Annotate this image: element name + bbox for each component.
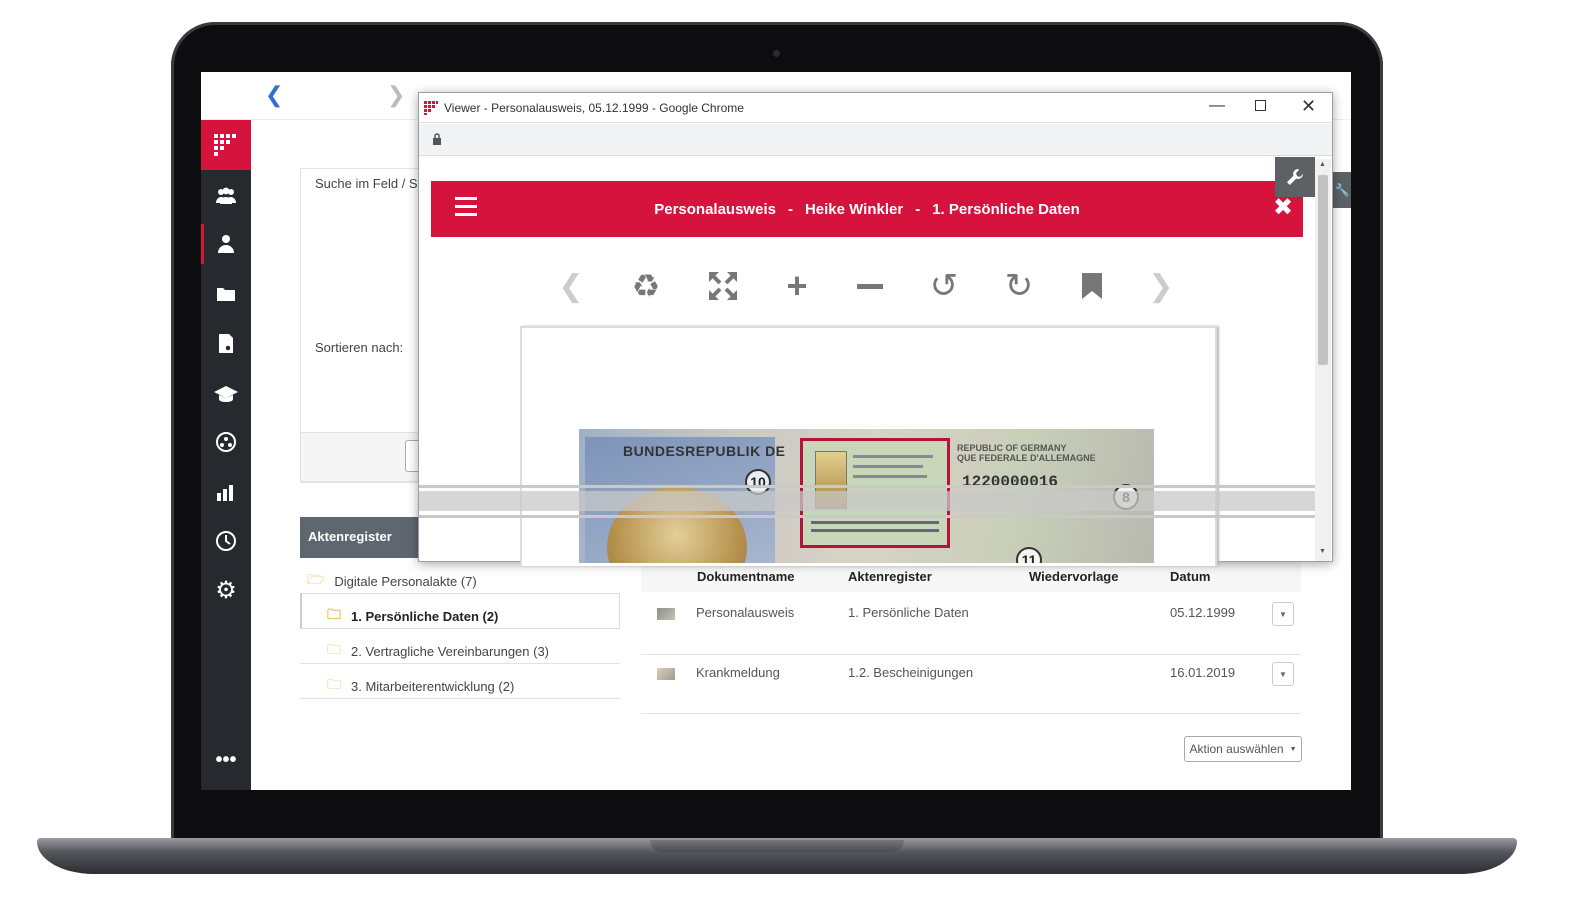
forward-icon[interactable]: ❯: [387, 82, 405, 108]
row-register: 1.2. Bescheinigungen: [848, 665, 974, 680]
graduation-cap-icon[interactable]: [201, 374, 251, 414]
row-name[interactable]: Personalausweis: [696, 605, 794, 620]
hamburger-menu-icon[interactable]: [455, 197, 477, 216]
network-icon[interactable]: [201, 422, 251, 462]
prev-icon[interactable]: ❮: [551, 268, 591, 304]
card-country-fr: QUE FEDERALE D'ALLEMAGNE: [957, 453, 1096, 463]
zoom-in-icon[interactable]: +: [777, 265, 817, 306]
wrench-icon[interactable]: 🔧: [1333, 172, 1351, 208]
marker-11: 11: [1016, 547, 1042, 563]
window-titlebar: Viewer - Personalausweis, 05.12.1999 - G…: [419, 93, 1332, 123]
col-dokumentname[interactable]: Dokumentname: [697, 569, 795, 584]
close-viewer-icon[interactable]: ✖: [1273, 193, 1293, 222]
tree-item-vertragliche-vereinbarungen[interactable]: 🗀 2. Vertragliche Vereinbarungen (3): [327, 639, 549, 663]
rotate-left-icon[interactable]: ↺: [924, 267, 964, 305]
action-select-label: Aktion auswählen: [1189, 742, 1284, 756]
row-date: 05.12.1999: [1170, 605, 1236, 620]
search-field-label: Suche im Feld / S: [315, 176, 418, 191]
laptop-camera: [773, 50, 780, 57]
folder-icon: 🗀: [327, 606, 341, 622]
document-thumbnail[interactable]: [657, 608, 675, 620]
bookmark-icon[interactable]: [1072, 268, 1112, 304]
rotate-right-icon[interactable]: ↻: [999, 267, 1039, 305]
tree-item-label: 2. Vertragliche Vereinbarungen (3): [351, 643, 550, 659]
logo-dots-icon: [214, 134, 236, 156]
sort-label: Sortieren nach:: [315, 340, 404, 355]
window-title: Viewer - Personalausweis, 05.12.1999 - G…: [444, 100, 744, 115]
header-separator: -: [915, 200, 921, 218]
clock-icon[interactable]: [201, 521, 251, 561]
back-icon[interactable]: ❮: [265, 82, 283, 108]
card-country-en: REPUBLIC OF GERMANY: [957, 443, 1067, 453]
header-doc-type: Personalausweis: [654, 200, 776, 218]
preview-mrz: [811, 529, 939, 532]
card-country: BUNDESREPUBLIK DE: [623, 443, 786, 459]
fit-icon[interactable]: [703, 268, 743, 304]
zoom-out-icon[interactable]: [850, 268, 890, 304]
users-icon[interactable]: [201, 176, 251, 216]
row-menu-button[interactable]: ▼: [1272, 662, 1294, 686]
tree-root[interactable]: 🗁 Digitale Personalakte (7): [307, 569, 477, 593]
row-date: 16.01.2019: [1170, 665, 1236, 680]
viewer-header: Personalausweis - Heike Winkler - 1. Per…: [431, 181, 1303, 237]
row-name[interactable]: Krankmeldung: [696, 665, 780, 680]
close-window-icon[interactable]: ✕: [1301, 96, 1316, 117]
tree-item-mitarbeiterentwicklung[interactable]: 🗀 3. Mitarbeiterentwicklung (2): [327, 674, 514, 698]
header-separator: -: [787, 200, 793, 218]
more-icon[interactable]: •••: [201, 740, 251, 780]
col-aktenregister[interactable]: Aktenregister: [848, 569, 932, 584]
col-datum[interactable]: Datum: [1170, 569, 1210, 584]
header-person: Heike Winkler: [804, 200, 904, 218]
col-wiedervorlage[interactable]: Wiedervorlage: [1029, 569, 1118, 584]
next-icon[interactable]: ❯: [1141, 268, 1181, 304]
preview-line: [853, 455, 933, 458]
lock-icon: [433, 133, 441, 145]
divider: [300, 663, 620, 664]
minimize-icon[interactable]: —: [1209, 97, 1225, 115]
wrench-icon[interactable]: [1275, 157, 1315, 197]
tree-item-label: 3. Mitarbeiterentwicklung (2): [351, 678, 515, 694]
maximize-icon[interactable]: [1255, 100, 1266, 111]
card-number: 1220000016: [962, 473, 1059, 491]
gear-icon[interactable]: ⚙: [201, 571, 251, 611]
app-logo[interactable]: [201, 120, 251, 170]
row-menu-button[interactable]: ▼: [1272, 602, 1294, 626]
action-select-button[interactable]: Aktion auswählen ▼: [1184, 736, 1302, 762]
overlay-stripe: [419, 485, 1315, 488]
caret-down-icon: ▼: [1289, 745, 1297, 753]
overlay-stripe: [419, 515, 1315, 518]
divider: [641, 654, 1301, 655]
folder-open-icon: 🗁: [307, 571, 325, 587]
tree-item-label: 1. Persönliche Daten (2): [351, 608, 499, 624]
row-register: 1. Persönliche Daten: [848, 605, 969, 620]
tree-header: Aktenregister: [300, 517, 420, 558]
tree-root-label: Digitale Personalakte (7): [334, 573, 477, 589]
recycle-icon[interactable]: ♻: [626, 268, 666, 304]
folder-icon[interactable]: [201, 274, 251, 314]
viewer-window: Viewer - Personalausweis, 05.12.1999 - G…: [418, 92, 1333, 566]
bar-chart-icon[interactable]: [201, 472, 251, 512]
scroll-up-icon[interactable]: ▲: [1319, 161, 1326, 168]
document-thumbnail[interactable]: [657, 668, 675, 680]
address-bar[interactable]: [419, 124, 1332, 156]
divider: [641, 713, 1301, 714]
document-search-icon[interactable]: [201, 324, 251, 364]
header-register: 1. Persönliche Daten: [932, 200, 1080, 218]
preview-line: [853, 475, 927, 478]
folder-icon: 🗀: [327, 641, 341, 657]
scroll-down-icon[interactable]: ▼: [1319, 548, 1326, 555]
scrollbar-thumb[interactable]: [1318, 175, 1328, 365]
tree-item-persoenliche-daten[interactable]: 🗀 1. Persönliche Daten (2): [327, 604, 498, 628]
person-icon[interactable]: [201, 224, 251, 264]
folder-icon: 🗀: [327, 676, 341, 692]
overlay-stripe: [419, 491, 1315, 511]
preview-line: [853, 465, 923, 468]
preview-mrz: [811, 521, 939, 524]
divider: [300, 698, 620, 699]
logo-dots-icon: [424, 100, 438, 115]
laptop-notch: [650, 840, 904, 852]
